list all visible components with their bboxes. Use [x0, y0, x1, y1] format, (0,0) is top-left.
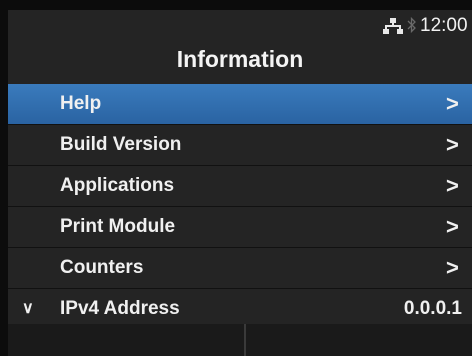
chevron-right-icon: >: [446, 91, 459, 116]
menu-item-help[interactable]: Help >: [8, 84, 472, 125]
ipv4-value: 0.0.0.1: [403, 298, 462, 319]
chevron-right-icon: >: [446, 132, 459, 157]
chevron-right-icon: >: [446, 173, 459, 198]
clock: 12:00: [420, 15, 468, 36]
bluetooth-icon: [407, 16, 416, 34]
menu-item-counters[interactable]: Counters >: [8, 248, 472, 289]
status-bar: 12:00: [8, 10, 472, 40]
softkey-bar: [8, 324, 472, 356]
menu-item-label: Build Version: [60, 134, 182, 155]
menu-item-label: Print Module: [60, 216, 176, 237]
chevron-right-icon: >: [446, 214, 459, 239]
network-icon: [383, 18, 403, 34]
page-title: Information: [176, 46, 304, 72]
screen: 12:00 Information Help > Build Version >…: [8, 10, 472, 356]
menu-item-build-version[interactable]: Build Version >: [8, 125, 472, 166]
menu-item-label: Counters: [60, 257, 144, 278]
menu-item-label: IPv4 Address: [60, 298, 180, 319]
menu-item-label: Applications: [60, 175, 175, 196]
menu-item-label: Help: [60, 93, 102, 114]
chevron-right-icon: >: [446, 255, 459, 280]
menu-list: Help > Build Version > Applications > Pr…: [8, 84, 472, 330]
softkey-right[interactable]: [246, 324, 472, 356]
menu-item-print-module[interactable]: Print Module >: [8, 207, 472, 248]
menu-item-applications[interactable]: Applications >: [8, 166, 472, 207]
softkey-left[interactable]: [8, 324, 246, 356]
chevron-down-icon: ∨: [22, 300, 34, 317]
